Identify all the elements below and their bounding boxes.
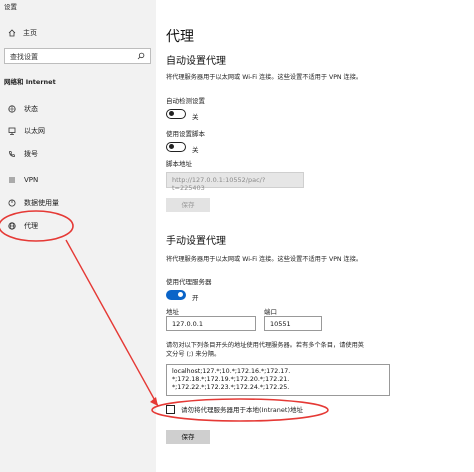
globe-icon [8,222,16,230]
sidebar-item-home[interactable]: 主页 [8,28,37,38]
phone-icon [9,151,15,157]
search-input[interactable]: 查找设置 [4,48,151,64]
port-field[interactable]: 10551 [264,316,322,331]
exceptions-textarea[interactable]: localhost;127.*;10.*;172.16.*;172.17. *;… [166,364,390,396]
script-address-label: 脚本地址 [166,160,192,168]
use-proxy-toggle[interactable] [166,290,186,300]
sidebar-item-ethernet[interactable]: 以太网 [8,125,45,137]
exceptions-label-line1: 请勿对以下列条目开头的地址使用代理服务器。若有多个条目，请使用英 [166,342,364,349]
main-pane: 代理 自动设置代理 将代理服务器用于以太网或 Wi-Fi 连接。这些设置不适用于… [156,0,474,472]
search-icon [137,52,145,60]
bypass-local-checkbox-row[interactable]: 请勿将代理服务器用于本地(Intranet)地址 [166,404,303,414]
sidebar-item-vpn[interactable]: VPN [8,174,38,186]
globe-status-icon [8,105,16,113]
setup-script-label: 使用设置脚本 [166,130,205,138]
data-usage-icon [8,199,16,207]
auto-proxy-description: 将代理服务器用于以太网或 Wi-Fi 连接。这些设置不适用于 VPN 连接。 [166,74,363,81]
setup-script-toggle[interactable] [166,142,186,152]
use-proxy-label: 使用代理服务器 [166,278,212,286]
address-field[interactable]: 127.0.0.1 [166,316,256,331]
manual-proxy-heading: 手动设置代理 [166,236,226,247]
sidebar-item-label: 代理 [24,222,38,230]
port-label: 端口 [264,308,277,316]
auto-save-button[interactable]: 保存 [166,198,210,212]
ethernet-icon [8,127,16,135]
section-title: 网络和 Internet [4,78,56,86]
exceptions-label-line2: 文分号 (;) 来分隔。 [166,351,221,358]
sidebar-item-label: 拨号 [24,150,38,158]
address-label: 地址 [166,308,179,316]
sidebar-item-label: 以太网 [24,127,45,135]
manual-save-button[interactable]: 保存 [166,430,210,444]
use-proxy-state: 开 [192,294,199,302]
manual-proxy-description: 将代理服务器用于以太网或 Wi-Fi 连接。这些设置不适用于 VPN 连接。 [166,256,363,263]
sidebar-item-status[interactable]: 状态 [8,103,38,115]
bypass-local-checkbox[interactable] [166,404,175,414]
auto-detect-toggle[interactable] [166,109,186,119]
script-address-field[interactable]: http://127.0.0.1:10552/pac/?t=225403 [166,172,304,192]
page-title: 代理 [166,29,194,45]
sidebar-item-proxy[interactable]: 代理 [8,220,38,232]
home-label: 主页 [23,29,37,37]
toggle-knob [178,292,183,297]
home-icon [8,29,16,37]
toggle-knob [169,144,174,149]
bypass-local-label: 请勿将代理服务器用于本地(Intranet)地址 [181,406,303,414]
auto-proxy-heading: 自动设置代理 [166,56,226,67]
search-placeholder: 查找设置 [10,53,38,61]
sidebar-item-label: 状态 [24,105,38,113]
vpn-icon [9,177,15,183]
window-title: 设置 [4,3,17,11]
sidebar-item-label: VPN [24,176,39,184]
sidebar: 设置 主页 查找设置 网络和 Internet 状态 以太网 拨号 VPN 数据… [0,0,156,472]
setup-script-state: 关 [192,146,199,154]
sidebar-item-label: 数据使用量 [24,199,59,207]
toggle-knob [169,111,174,116]
sidebar-item-data-usage[interactable]: 数据使用量 [8,197,59,209]
auto-detect-label: 自动检测设置 [166,97,205,105]
auto-detect-state: 关 [192,113,199,121]
sidebar-item-dialup[interactable]: 拨号 [8,148,38,160]
